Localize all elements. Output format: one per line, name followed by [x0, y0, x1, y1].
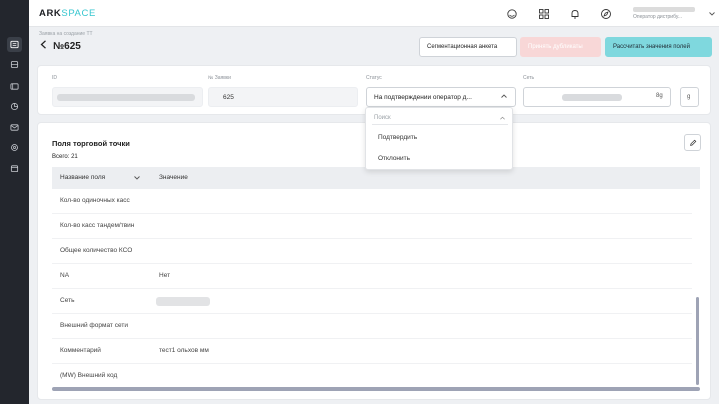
- chart-icon: [10, 102, 19, 111]
- field-name: NA: [60, 272, 70, 279]
- network-extra-button[interactable]: g: [680, 87, 699, 107]
- sidebar-item-mail[interactable]: [7, 120, 22, 135]
- table-row[interactable]: Внешний формат сети: [52, 314, 692, 339]
- sidebar-item-folder[interactable]: [7, 79, 22, 94]
- id-field[interactable]: [52, 87, 203, 107]
- breadcrumb[interactable]: Заявка на создание ТТ: [39, 31, 93, 37]
- table-row[interactable]: (MW) Внешний код: [52, 364, 692, 389]
- chevron-up-icon: [501, 93, 507, 100]
- sidebar-item-list[interactable]: [7, 37, 22, 52]
- request-number-label: № Заявки: [208, 75, 231, 81]
- sidebar-item-calendar[interactable]: [7, 161, 22, 176]
- field-value: тест1 ольхов мм: [159, 347, 209, 354]
- field-name: Комментарий: [60, 347, 101, 354]
- table-row[interactable]: Кол-во касс тандем/твин: [52, 214, 692, 239]
- table-row[interactable]: NA Нет: [52, 264, 692, 289]
- chevron-down-icon[interactable]: [134, 175, 140, 182]
- status-value: На подтверждении оператор д...: [374, 93, 472, 101]
- network-value-hidden: [562, 94, 622, 101]
- total-count: Всего: 21: [52, 154, 78, 160]
- status-dropdown: Поиск Подтвердить Отклонить: [365, 107, 513, 170]
- page-title: №625: [53, 41, 81, 52]
- column-header-value[interactable]: Значение: [159, 174, 188, 181]
- horizontal-scrollbar[interactable]: [52, 387, 700, 391]
- sidebar-item-settings[interactable]: [7, 140, 22, 155]
- sidebar-item-database[interactable]: [7, 57, 22, 72]
- headset-icon[interactable]: [505, 7, 518, 20]
- field-name: Сеть: [60, 297, 75, 304]
- pencil-icon: [689, 139, 696, 146]
- app-logo[interactable]: ARKSPACE: [39, 8, 96, 19]
- settings-icon: [11, 144, 18, 151]
- field-value-hidden: [156, 297, 210, 306]
- field-name: Внешний формат сети: [60, 322, 128, 329]
- status-label: Статус: [366, 75, 382, 81]
- edit-button[interactable]: [684, 134, 701, 151]
- segmentation-form-button[interactable]: Сегментационная анкета: [419, 37, 517, 57]
- id-label: ID: [52, 75, 57, 81]
- user-name[interactable]: [633, 7, 695, 12]
- table-row[interactable]: Комментарий тест1 ольхов мм: [52, 339, 692, 364]
- section-title: Поля торговой точки: [52, 139, 130, 148]
- table-header: Название поля Значение: [52, 167, 700, 189]
- sidebar: [0, 0, 29, 404]
- compass-icon[interactable]: [599, 7, 612, 20]
- network-label: Сеть: [523, 75, 535, 81]
- dropdown-option-reject[interactable]: Отклонить: [378, 155, 410, 162]
- mail-icon: [10, 124, 19, 131]
- database-icon: [10, 60, 19, 69]
- list-icon: [10, 40, 19, 49]
- calendar-icon: [10, 165, 19, 173]
- network-suffix: 8g: [656, 93, 663, 99]
- request-number-field[interactable]: 625: [208, 87, 358, 107]
- status-select[interactable]: На подтверждении оператор д...: [366, 87, 516, 107]
- id-value-hidden: [57, 94, 195, 101]
- user-role: Оператор дистрибу...: [633, 14, 683, 20]
- dropdown-search-input[interactable]: Поиск: [372, 112, 508, 125]
- chevron-up-icon: [500, 115, 505, 122]
- field-value: Нет: [159, 272, 171, 279]
- network-field[interactable]: 8g: [523, 87, 671, 107]
- top-bar: ARKSPACE Оператор дистрибу...: [29, 0, 719, 27]
- table-row[interactable]: Кол-во одиночных касс: [52, 189, 692, 214]
- calculate-fields-button[interactable]: Рассчитать значения полей: [605, 37, 712, 57]
- grid-icon[interactable]: [537, 7, 550, 20]
- page-header: Заявка на создание ТТ №625 Сегментационн…: [29, 27, 719, 62]
- chevron-down-icon[interactable]: [709, 11, 715, 18]
- column-header-name[interactable]: Название поля: [60, 174, 105, 181]
- sidebar-item-chart[interactable]: [7, 99, 22, 114]
- accept-duplicates-button[interactable]: Принять дубликаты: [520, 37, 601, 57]
- bell-icon[interactable]: [568, 7, 581, 20]
- table-row[interactable]: Сеть: [52, 289, 692, 314]
- field-name: Общее количество КСО: [60, 247, 133, 254]
- fields-table: Название поля Значение Кол-во одиночных …: [52, 167, 700, 391]
- table-row[interactable]: Общее количество КСО: [52, 239, 692, 264]
- vertical-scrollbar[interactable]: [696, 297, 699, 385]
- dropdown-option-confirm[interactable]: Подтвердить: [378, 134, 417, 141]
- field-name: Кол-во касс тандем/твин: [60, 222, 135, 229]
- field-name: Кол-во одиночных касс: [60, 197, 130, 204]
- field-name: (MW) Внешний код: [60, 372, 118, 379]
- folder-icon: [10, 83, 19, 90]
- back-arrow-icon[interactable]: [40, 40, 47, 52]
